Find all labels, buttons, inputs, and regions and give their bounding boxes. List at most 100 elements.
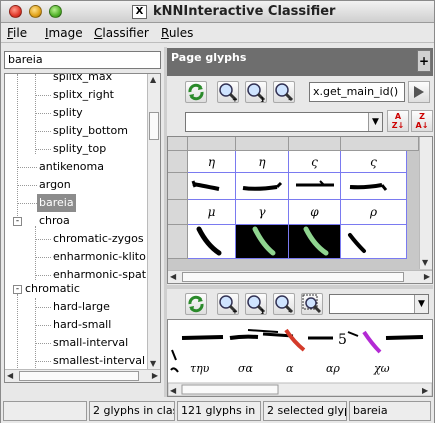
- page-zoom-out-button[interactable]: -: [273, 293, 295, 316]
- menu-classifier[interactable]: Classifier: [94, 26, 149, 40]
- grid-column-header[interactable]: [188, 137, 236, 151]
- grid-horizontal-scrollbar[interactable]: ◀ ▶: [168, 270, 432, 283]
- refresh-button[interactable]: [185, 81, 207, 103]
- tree-item[interactable]: argon: [39, 176, 71, 194]
- page-zoom-normal-button[interactable]: 1: [245, 293, 267, 316]
- grid-row-header[interactable]: [168, 173, 188, 200]
- glyph-cell[interactable]: ς: [341, 151, 407, 173]
- scroll-left-arrow-icon[interactable]: ◀: [170, 386, 177, 395]
- grid-column-header[interactable]: [236, 137, 289, 151]
- status-glyph-count: 121 glyphs in: [177, 401, 261, 421]
- glyph-cell[interactable]: η: [236, 151, 289, 173]
- glyph-cell-selected[interactable]: [236, 225, 289, 259]
- grid-row-header[interactable]: [168, 200, 188, 225]
- page-hscroll-thumb[interactable]: [181, 384, 279, 395]
- run-expression-button[interactable]: [408, 81, 430, 103]
- tree-item[interactable]: splity_top: [53, 140, 106, 158]
- expression-input[interactable]: x.get_main_id(): [309, 82, 405, 102]
- vertical-panel-splitter[interactable]: [167, 285, 433, 289]
- page-zoom-in-button[interactable]: +: [217, 293, 239, 316]
- page-text: χω: [373, 362, 390, 375]
- zoom-in-icon: +: [219, 83, 238, 104]
- tree-item[interactable]: smallest-interval: [53, 352, 145, 370]
- tree-item[interactable]: splitx_max: [53, 74, 112, 86]
- page-zoom-combo[interactable]: ▼: [329, 294, 429, 314]
- refresh-page-button[interactable]: [185, 293, 207, 315]
- grid-column-header[interactable]: [289, 137, 341, 151]
- sort-ascending-button[interactable]: A Z↓: [387, 110, 409, 132]
- sort-expression-combo[interactable]: ▼: [185, 112, 383, 132]
- mu-glyph: μ: [207, 205, 216, 219]
- menu-image[interactable]: Image: [45, 26, 83, 40]
- tree-scroll-thumb[interactable]: [149, 112, 159, 140]
- tree-horizontal-scrollbar[interactable]: ◀ ▶: [5, 369, 160, 382]
- glyph-cell[interactable]: γ: [236, 200, 289, 225]
- glyph-cell[interactable]: φ: [289, 200, 341, 225]
- glyph-cell[interactable]: [236, 173, 289, 200]
- page-image-view[interactable]: 5 τηυ σα α αρ χω ◀ ▶: [167, 319, 433, 397]
- symbol-tree: splitx_max splitx_right splity splity_bo…: [4, 73, 161, 383]
- glyph-cell[interactable]: ς: [289, 151, 341, 173]
- glyph-cell[interactable]: [341, 173, 407, 200]
- glyph-cell[interactable]: [289, 173, 341, 200]
- close-window-button[interactable]: [9, 5, 22, 18]
- bareia-glyph-icon: [303, 226, 328, 256]
- grid-hscroll-thumb[interactable]: [182, 272, 404, 282]
- tree-item[interactable]: chromatic: [25, 280, 80, 298]
- glyph-stroke-icon: [191, 180, 219, 191]
- tree-item[interactable]: splitx_right: [53, 86, 114, 104]
- minimize-window-button[interactable]: [29, 5, 42, 18]
- collapse-toggle[interactable]: -: [13, 285, 22, 294]
- grid-row-header[interactable]: [168, 225, 188, 259]
- glyph-cell-selected[interactable]: [289, 225, 341, 259]
- scroll-right-arrow-icon[interactable]: ▶: [422, 386, 429, 395]
- tree-guide: [35, 239, 51, 240]
- tree-vertical-scrollbar[interactable]: ▲ ▼: [147, 74, 160, 370]
- glyph-cell[interactable]: μ: [188, 200, 236, 225]
- tree-item[interactable]: splity_bottom: [53, 122, 128, 140]
- menu-rules[interactable]: Rules: [161, 26, 193, 40]
- scroll-down-arrow-icon[interactable]: ▼: [150, 359, 156, 369]
- expand-panel-button[interactable]: +: [417, 50, 431, 72]
- sort-descending-button[interactable]: Z A↓: [411, 110, 433, 132]
- tree-item[interactable]: chroa: [39, 212, 70, 230]
- page-glyphs-title: Page glyphs: [171, 51, 247, 64]
- tree-item[interactable]: hard-large: [53, 298, 110, 316]
- glyph-cell[interactable]: [188, 225, 236, 259]
- chevron-down-icon[interactable]: ▼: [414, 295, 428, 313]
- refresh-icon: [188, 83, 204, 101]
- grid-column-header[interactable]: [341, 137, 419, 151]
- tree-item[interactable]: chromatic-zygos: [53, 230, 144, 248]
- zoom-normal-button[interactable]: 1: [245, 81, 267, 104]
- scroll-left-arrow-icon[interactable]: ◀: [170, 272, 176, 282]
- tree-item[interactable]: splity: [53, 104, 83, 122]
- zoom-in-button[interactable]: +: [217, 81, 239, 104]
- menu-file[interactable]: File: [7, 26, 27, 40]
- page-text: σα: [238, 362, 254, 375]
- grid-row-header[interactable]: [168, 151, 188, 173]
- zoom-to-selection-button[interactable]: [301, 293, 323, 315]
- tree-item[interactable]: enharmonic-klito: [53, 248, 146, 266]
- tree-item-selected[interactable]: bareia: [37, 194, 76, 212]
- glyph-cell[interactable]: [341, 225, 407, 259]
- tree-item[interactable]: hard-small: [53, 316, 111, 334]
- main-window: X kNNInteractive Classifier File Image C…: [0, 0, 435, 423]
- chevron-down-icon[interactable]: ▼: [368, 113, 382, 131]
- tree-hscroll-thumb[interactable]: [19, 371, 139, 381]
- symbol-search-input[interactable]: bareia: [4, 51, 161, 69]
- zoom-out-button[interactable]: -: [273, 81, 295, 104]
- page-image: 5 τηυ σα α αρ χω ◀ ▶: [168, 328, 432, 396]
- scroll-down-arrow-icon[interactable]: ▼: [422, 258, 428, 268]
- scroll-up-arrow-icon[interactable]: ▲: [150, 75, 156, 85]
- zoom-window-button[interactable]: [49, 5, 62, 18]
- glyph-cell[interactable]: ρ: [341, 200, 407, 225]
- scroll-right-arrow-icon[interactable]: ▶: [424, 272, 430, 282]
- collapse-toggle[interactable]: -: [13, 217, 22, 226]
- glyph-cell[interactable]: [188, 173, 236, 200]
- tree-item[interactable]: small-interval: [53, 334, 128, 352]
- grid-vertical-scrollbar[interactable]: ▼: [419, 137, 432, 269]
- scroll-left-arrow-icon[interactable]: ◀: [7, 371, 13, 381]
- tree-item[interactable]: antikenoma: [39, 158, 104, 176]
- glyph-cell[interactable]: η: [188, 151, 236, 173]
- scroll-right-arrow-icon[interactable]: ▶: [152, 371, 158, 381]
